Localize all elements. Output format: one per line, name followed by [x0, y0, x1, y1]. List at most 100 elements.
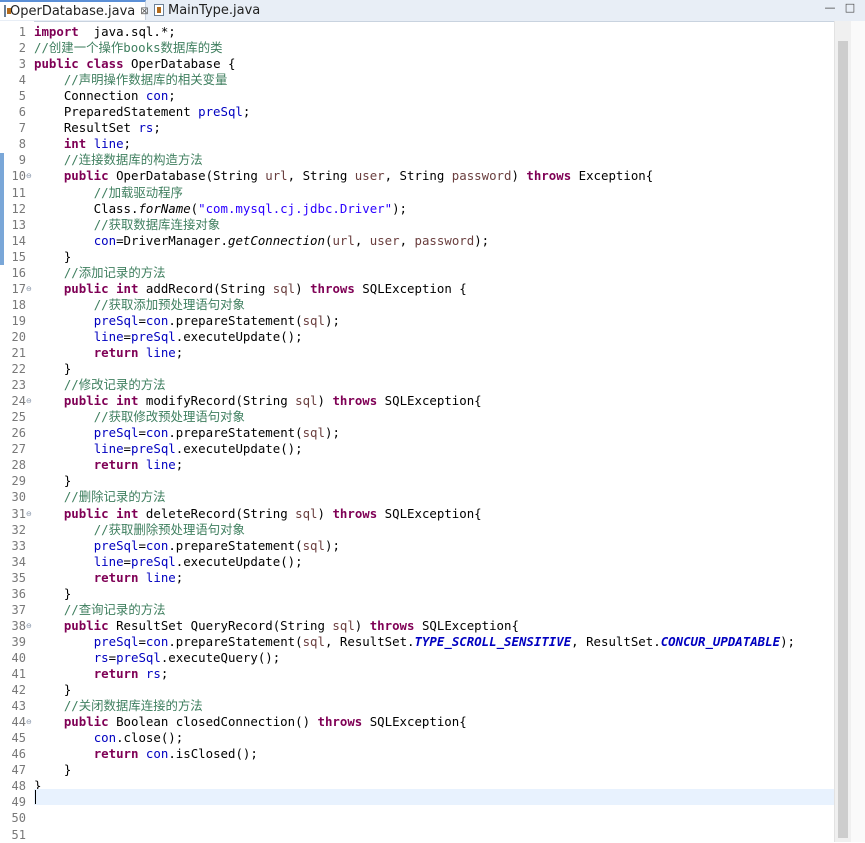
code-line[interactable]: public int deleteRecord(String sql) thro… — [34, 506, 482, 522]
code-token: preSql — [93, 313, 139, 328]
code-line[interactable]: preSql=con.prepareStatement(sql); — [34, 538, 340, 554]
code-token: modifyRecord(String — [138, 393, 296, 408]
code-line[interactable]: rs=preSql.executeQuery(); — [34, 650, 281, 666]
code-line[interactable]: Connection con; — [34, 88, 176, 104]
code-line[interactable]: } — [34, 473, 71, 489]
line-number: 39 — [11, 635, 26, 649]
code-token: con — [145, 313, 169, 328]
code-line[interactable]: return con.isClosed(); — [34, 746, 258, 762]
code-line[interactable]: } — [34, 682, 71, 698]
tab-operdatabase[interactable]: OperDatabase.java ⊠ — [0, 0, 149, 20]
code-token: .prepareStatement( — [168, 538, 303, 553]
code-token: ); — [324, 538, 340, 553]
fold-toggle-icon[interactable]: ⊖ — [26, 168, 32, 184]
code-line[interactable]: return line; — [34, 570, 184, 586]
code-token: .prepareStatement( — [168, 634, 303, 649]
code-line[interactable]: //创建一个操作books数据库的类 — [34, 40, 223, 56]
code-token: Class. — [34, 201, 139, 216]
code-token: //获取删除预处理语句对象 — [93, 522, 245, 537]
fold-toggle-icon[interactable]: ⊖ — [26, 618, 32, 634]
scrollbar-thumb[interactable] — [838, 41, 848, 838]
code-line[interactable]: //加载驱动程序 — [34, 185, 183, 201]
code-line[interactable]: //删除记录的方法 — [34, 489, 166, 505]
line-number: 33 — [11, 539, 26, 553]
code-line[interactable]: preSql=con.prepareStatement(sql, ResultS… — [34, 634, 795, 650]
code-line[interactable]: public OperDatabase(String url, String u… — [34, 168, 653, 184]
code-line[interactable]: //添加记录的方法 — [34, 265, 166, 281]
code-line[interactable]: } — [34, 586, 71, 602]
code-line[interactable]: line=preSql.executeUpdate(); — [34, 441, 303, 457]
code-line[interactable]: ResultSet rs; — [34, 120, 161, 136]
code-line[interactable]: line=preSql.executeUpdate(); — [34, 329, 303, 345]
code-line[interactable]: //获取添加预处理语句对象 — [34, 297, 245, 313]
code-token: sql — [302, 425, 325, 440]
code-line[interactable]: } — [34, 249, 71, 265]
code-line[interactable]: import java.sql.*; — [34, 24, 176, 40]
code-line[interactable]: PreparedStatement preSql; — [34, 104, 251, 120]
code-token: con — [145, 88, 169, 103]
code-line[interactable]: //修改记录的方法 — [34, 377, 166, 393]
line-number: 26 — [11, 426, 26, 440]
code-token: password — [451, 168, 512, 183]
code-line[interactable]: //查询记录的方法 — [34, 602, 166, 618]
close-icon[interactable]: ⊠ — [140, 6, 148, 17]
code-line[interactable]: con.close(); — [34, 730, 184, 746]
line-number: 5 — [18, 89, 26, 103]
code-token: } — [34, 586, 72, 601]
fold-toggle-icon[interactable]: ⊖ — [26, 714, 32, 730]
code-line[interactable]: //获取删除预处理语句对象 — [34, 522, 245, 538]
line-number: 35 — [11, 571, 26, 585]
code-line[interactable]: public int addRecord(String sql) throws … — [34, 281, 467, 297]
code-token: sql — [302, 538, 325, 553]
line-number: 25 — [11, 410, 26, 424]
code-line[interactable]: return line; — [34, 457, 184, 473]
line-number: 16 — [11, 266, 26, 280]
code-line[interactable]: //获取数据库连接对象 — [34, 217, 220, 233]
code-line[interactable]: public Boolean closedConnection() throws… — [34, 714, 467, 730]
fold-toggle-icon[interactable]: ⊖ — [26, 506, 32, 522]
code-line[interactable]: public ResultSet QueryRecord(String sql)… — [34, 618, 519, 634]
line-number: 27 — [11, 442, 26, 456]
code-token: public — [34, 56, 79, 71]
code-line[interactable]: //获取修改预处理语句对象 — [34, 409, 245, 425]
minimize-icon[interactable]: — — [823, 2, 837, 14]
code-line[interactable]: int line; — [34, 136, 131, 152]
vertical-scrollbar[interactable] — [834, 21, 852, 842]
text-caret — [35, 790, 36, 804]
code-line[interactable]: public class OperDatabase { — [34, 56, 235, 72]
code-line[interactable]: Class.forName("com.mysql.cj.jdbc.Driver"… — [34, 201, 407, 217]
line-number: 12 — [11, 202, 26, 216]
code-line[interactable]: line=preSql.executeUpdate(); — [34, 554, 303, 570]
code-token: .close(); — [116, 730, 184, 745]
code-line[interactable]: con=DriverManager.getConnection(url, use… — [34, 233, 489, 249]
code-line[interactable]: return line; — [34, 345, 184, 361]
code-line[interactable]: return rs; — [34, 666, 169, 682]
code-line[interactable]: preSql=con.prepareStatement(sql); — [34, 425, 340, 441]
code-line[interactable]: //连接数据库的构造方法 — [34, 152, 203, 168]
code-line[interactable]: preSql=con.prepareStatement(sql); — [34, 313, 340, 329]
code-line[interactable]: //关闭数据库连接的方法 — [34, 698, 203, 714]
code-line[interactable]: } — [34, 361, 71, 377]
line-number: 41 — [11, 667, 26, 681]
code-line[interactable]: } — [34, 762, 71, 778]
code-editor[interactable]: 1 2 3 4 5 6 7 8 9 10 ⊖ 11 12 13 14 15 16 17 ⊖ 18 19 20 21 22 23 2… — [0, 21, 865, 842]
fold-toggle-icon[interactable]: ⊖ — [26, 281, 32, 297]
fold-toggle-icon[interactable]: ⊖ — [26, 393, 32, 409]
line-number: 49 — [11, 795, 26, 809]
line-number: 1 — [18, 25, 26, 39]
maximize-icon[interactable]: □ — [843, 2, 857, 14]
code-area[interactable]: import java.sql.*;//创建一个操作books数据库的类 publ… — [34, 21, 834, 842]
code-line[interactable]: //声明操作数据库的相关变量 — [34, 72, 228, 88]
tab-maintype[interactable]: MainType.java — [150, 0, 262, 20]
line-number: 44 — [11, 715, 26, 729]
code-line[interactable]: public int modifyRecord(String sql) thro… — [34, 393, 482, 409]
